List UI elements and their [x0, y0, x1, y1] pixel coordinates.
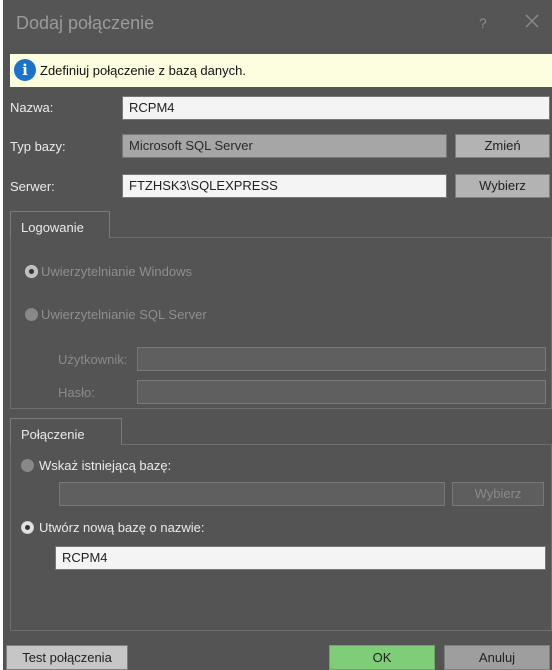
dialog-title: Dodaj połączenie: [16, 13, 155, 33]
server-label: Serwer:: [10, 179, 55, 194]
sql-auth-radio[interactable]: [25, 308, 38, 321]
close-icon[interactable]: [523, 12, 541, 30]
cancel-button[interactable]: Anuluj: [444, 645, 550, 670]
tab-login[interactable]: Logowanie: [10, 211, 110, 238]
password-input[interactable]: [137, 380, 546, 404]
add-connection-dialog: Dodaj połączenie ? i Zdefiniuj połączeni…: [3, 0, 552, 670]
test-connection-button[interactable]: Test połączenia: [6, 645, 128, 670]
choose-server-button[interactable]: Wybierz: [455, 174, 550, 198]
new-db-name-input[interactable]: RCPM4: [55, 546, 546, 570]
sql-auth-label: Uwierzytelnianie SQL Server: [41, 307, 207, 322]
ok-button[interactable]: OK: [329, 645, 435, 670]
windows-auth-label: Uwierzytelnianie Windows: [41, 264, 192, 279]
change-db-type-button[interactable]: Zmień: [455, 134, 550, 158]
user-label: Użytkownik:: [58, 352, 128, 367]
password-label: Hasło:: [58, 385, 95, 400]
dbtype-field: Microsoft SQL Server: [122, 134, 447, 158]
tab-connection[interactable]: Połączenie: [10, 418, 122, 445]
title-bar: Dodaj połączenie ?: [3, 0, 552, 48]
existing-db-input[interactable]: [59, 482, 445, 506]
user-input[interactable]: [137, 347, 546, 371]
server-input[interactable]: FTZHSK3\SQLEXPRESS: [122, 174, 447, 198]
existing-db-label: Wskaż istniejącą bazę:: [39, 458, 172, 473]
name-label: Nazwa:: [10, 100, 54, 115]
info-banner: i Zdefiniuj połączenie z bazą danych.: [10, 54, 552, 87]
help-button[interactable]: ?: [479, 15, 487, 31]
windows-auth-radio[interactable]: [25, 265, 38, 278]
new-db-label: Utwórz nową bazę o nazwie:: [39, 520, 205, 535]
name-input[interactable]: RCPM4: [122, 96, 550, 120]
new-db-radio[interactable]: [21, 521, 34, 534]
choose-existing-db-button[interactable]: Wybierz: [452, 482, 544, 506]
info-text: Zdefiniuj połączenie z bazą danych.: [40, 63, 246, 78]
info-icon: i: [14, 59, 36, 81]
existing-db-radio[interactable]: [21, 459, 34, 472]
dbtype-label: Typ bazy:: [10, 139, 66, 154]
